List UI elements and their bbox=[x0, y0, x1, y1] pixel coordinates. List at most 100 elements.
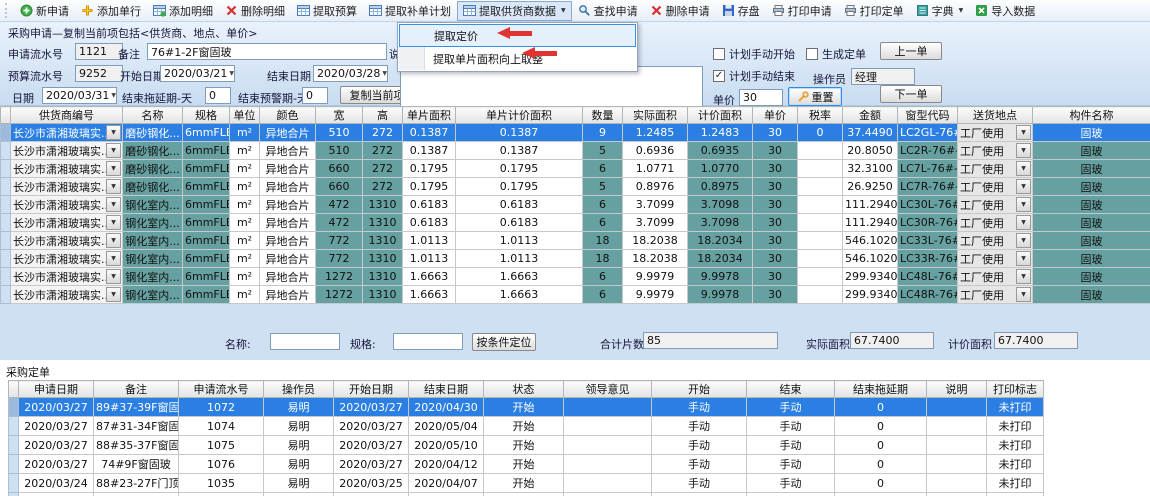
orders-column-header[interactable]: 说明 bbox=[927, 381, 987, 398]
orders-column-header[interactable]: 开始 bbox=[652, 381, 747, 398]
order-row[interactable]: 2020/03/2774#9F窗固玻1076易明2020/03/272020/0… bbox=[9, 455, 1044, 474]
end-date-picker[interactable]: 2020/03/28▼ bbox=[313, 65, 388, 82]
orders-column-header[interactable]: 领导意见 bbox=[564, 381, 652, 398]
prev-order-button[interactable]: 上一单 bbox=[880, 42, 942, 60]
grid-column-header[interactable]: 数量 bbox=[583, 107, 623, 124]
dropdown-button[interactable]: ▼ bbox=[1016, 269, 1031, 284]
dropdown-button[interactable]: ▼ bbox=[1016, 179, 1031, 194]
toolbar-button-print-order[interactable]: 打印定单 bbox=[838, 1, 910, 21]
grid-column-header[interactable]: 实际面积 bbox=[623, 107, 688, 124]
grid-row[interactable]: 长沙市潇湘玻璃实...▼磨砂钢化...6mmFLE...m²异地合片510272… bbox=[1, 124, 1150, 142]
menu-item-extract-area-roundup[interactable]: 提取单片面积向上取整 bbox=[399, 47, 636, 70]
toolbar-button-add-row[interactable]: 添加单行 bbox=[75, 1, 147, 21]
row-selector[interactable] bbox=[1, 286, 11, 304]
row-selector[interactable] bbox=[9, 493, 19, 496]
toolbar-button-dictionary[interactable]: 字典▼ bbox=[910, 1, 970, 21]
order-row[interactable] bbox=[9, 493, 1044, 496]
toolbar-button-extract-supplier-data[interactable]: 提取供货商数据▼ bbox=[457, 1, 572, 21]
order-row[interactable]: 2020/03/2788#35-37F窗固玻1075易明2020/03/2720… bbox=[9, 436, 1044, 455]
grid-column-header[interactable]: 窗型代码 bbox=[898, 107, 958, 124]
dropdown-button[interactable]: ▼ bbox=[1016, 287, 1031, 302]
orders-column-header[interactable]: 备注 bbox=[94, 381, 179, 398]
grid-column-header[interactable]: 规格 bbox=[183, 107, 230, 124]
dropdown-button[interactable]: ▼ bbox=[106, 125, 121, 140]
row-selector[interactable] bbox=[1, 196, 11, 214]
row-selector[interactable] bbox=[1, 250, 11, 268]
order-row[interactable]: 2020/03/2789#37-39F窗固玻1072易明2020/03/2720… bbox=[9, 398, 1044, 417]
row-selector[interactable] bbox=[1, 214, 11, 232]
toolbar-button-delete-request[interactable]: 删除申请 bbox=[644, 1, 716, 21]
dropdown-button[interactable]: ▼ bbox=[106, 269, 121, 284]
remark-input[interactable]: 76#1-2F窗固玻 bbox=[147, 43, 387, 60]
grid-row[interactable]: 长沙市潇湘玻璃实...▼磨砂钢化...6mmFLE...m²异地合片510272… bbox=[1, 142, 1150, 160]
toolbar-button-extract-budget[interactable]: 提取预算 bbox=[291, 1, 363, 21]
dropdown-button[interactable]: ▼ bbox=[1016, 233, 1031, 248]
grid-column-header[interactable]: 单价 bbox=[753, 107, 798, 124]
checkbox-checked-icon[interactable]: ✓ bbox=[713, 70, 725, 82]
grid-column-header[interactable]: 税率 bbox=[798, 107, 843, 124]
grid-column-header[interactable]: 单片面积 bbox=[403, 107, 456, 124]
orders-column-header[interactable]: 结束日期 bbox=[409, 381, 484, 398]
row-selector[interactable] bbox=[9, 474, 19, 493]
grid-row[interactable]: 长沙市潇湘玻璃实...▼钢化室内...6mmFLE...m²异地合片772131… bbox=[1, 232, 1150, 250]
orders-column-header[interactable]: 操作员 bbox=[264, 381, 334, 398]
chevron-down-icon[interactable]: ▼ bbox=[229, 70, 234, 77]
dropdown-button[interactable]: ▼ bbox=[106, 197, 121, 212]
row-selector[interactable] bbox=[1, 142, 11, 160]
row-selector[interactable] bbox=[9, 398, 19, 417]
row-selector[interactable] bbox=[1, 232, 11, 250]
chevron-down-icon[interactable]: ▼ bbox=[561, 7, 566, 14]
dropdown-button[interactable]: ▼ bbox=[106, 215, 121, 230]
toolbar-button-delete-detail[interactable]: 删除明细 bbox=[219, 1, 291, 21]
toolbar-button-new-request[interactable]: 新申请 bbox=[14, 1, 75, 21]
toolbar-button-add-detail[interactable]: 添加明细 bbox=[147, 1, 219, 21]
toolbar-button-import-data[interactable]: 导入数据 bbox=[969, 1, 1041, 21]
toolbar-button-print-request[interactable]: 打印申请 bbox=[766, 1, 838, 21]
chevron-down-icon[interactable]: ▼ bbox=[111, 92, 116, 99]
orders-column-header[interactable]: 申请流水号 bbox=[179, 381, 264, 398]
grid-column-header[interactable]: 颜色 bbox=[260, 107, 316, 124]
grid-column-header[interactable]: 宽 bbox=[316, 107, 363, 124]
dropdown-button[interactable]: ▼ bbox=[1016, 161, 1031, 176]
order-row[interactable]: 2020/03/2488#23-27F门顶玻1035易明2020/03/2520… bbox=[9, 474, 1044, 493]
grid-row[interactable]: 长沙市潇湘玻璃实...▼钢化室内...6mmFLE...m²异地合片127213… bbox=[1, 286, 1150, 304]
orders-column-header[interactable]: 申请日期 bbox=[19, 381, 94, 398]
row-selector[interactable] bbox=[1, 178, 11, 196]
grid-column-header[interactable]: 计价面积 bbox=[688, 107, 753, 124]
dropdown-button[interactable]: ▼ bbox=[1016, 197, 1031, 212]
orders-column-header[interactable]: 开始日期 bbox=[334, 381, 409, 398]
dropdown-button[interactable]: ▼ bbox=[106, 287, 121, 302]
checkbox-unchecked-icon[interactable] bbox=[713, 48, 725, 60]
dropdown-button[interactable]: ▼ bbox=[1016, 251, 1031, 266]
operator-input[interactable]: 经理 bbox=[851, 68, 915, 85]
grid-row[interactable]: 长沙市潇湘玻璃实...▼钢化室内...6mmFLE...m²异地合片772131… bbox=[1, 250, 1150, 268]
row-selector[interactable] bbox=[9, 436, 19, 455]
grid-row[interactable]: 长沙市潇湘玻璃实...▼钢化室内...6mmFLE...m²异地合片127213… bbox=[1, 268, 1150, 286]
dropdown-button[interactable]: ▼ bbox=[106, 233, 121, 248]
dropdown-button[interactable]: ▼ bbox=[106, 251, 121, 266]
grid-column-header[interactable]: 供货商编号 bbox=[11, 107, 123, 124]
grid-row[interactable]: 长沙市潇湘玻璃实...▼钢化室内...6mmFLE...m²异地合片472131… bbox=[1, 196, 1150, 214]
name-filter-input[interactable] bbox=[270, 333, 340, 350]
grid-column-header[interactable]: 名称 bbox=[123, 107, 183, 124]
grid-column-header[interactable]: 送货地点 bbox=[958, 107, 1033, 124]
grid-row[interactable]: 长沙市潇湘玻璃实...▼磨砂钢化...6mmFLE...m²异地合片660272… bbox=[1, 178, 1150, 196]
grid-column-header[interactable]: 单片计价面积 bbox=[456, 107, 583, 124]
toolbar-button-save[interactable]: 存盘 bbox=[716, 1, 766, 21]
reset-button[interactable]: 重置 bbox=[788, 87, 842, 106]
grid-column-header[interactable]: 高 bbox=[363, 107, 403, 124]
orders-column-header[interactable]: 结束 bbox=[747, 381, 835, 398]
row-selector[interactable] bbox=[1, 268, 11, 286]
dropdown-button[interactable]: ▼ bbox=[106, 179, 121, 194]
chevron-down-icon[interactable]: ▼ bbox=[382, 70, 387, 77]
orders-column-header[interactable]: 打印标志 bbox=[987, 381, 1044, 398]
row-selector[interactable] bbox=[1, 124, 11, 142]
apply-no-input[interactable]: 1121 bbox=[75, 43, 123, 60]
dropdown-button[interactable]: ▼ bbox=[1016, 125, 1031, 140]
row-selector[interactable] bbox=[9, 417, 19, 436]
grid-column-header[interactable]: 构件名称 bbox=[1033, 107, 1150, 124]
manual-start-checkbox[interactable]: 计划手动开始 bbox=[713, 46, 795, 62]
locate-by-condition-button[interactable]: 按条件定位 bbox=[472, 333, 536, 351]
dropdown-button[interactable]: ▼ bbox=[106, 161, 121, 176]
date-picker[interactable]: 2020/03/31▼ bbox=[42, 87, 117, 104]
